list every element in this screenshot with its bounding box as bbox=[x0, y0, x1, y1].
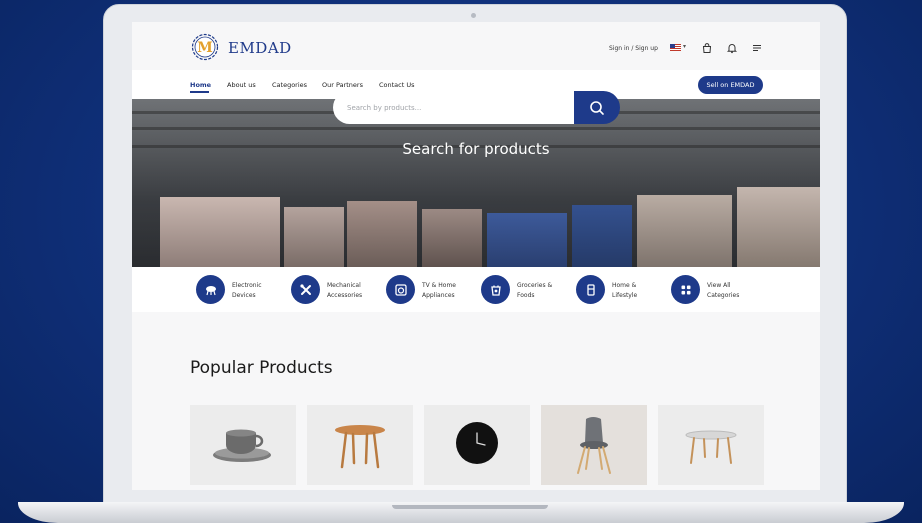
emdad-logo-icon[interactable]: M bbox=[190, 32, 220, 62]
website-screen: M EMDAD Sign in / Sign up ▾ Home About u… bbox=[132, 22, 820, 490]
warehouse-pallet bbox=[637, 195, 732, 267]
warehouse-pallet bbox=[160, 197, 280, 267]
nav-contact-us[interactable]: Contact Us bbox=[379, 81, 415, 89]
nav-active-indicator bbox=[190, 91, 209, 93]
appliance-icon bbox=[386, 275, 415, 304]
menu-icon[interactable] bbox=[751, 42, 763, 54]
furniture-icon bbox=[576, 275, 605, 304]
warehouse-pallet bbox=[422, 209, 482, 267]
tools-icon bbox=[291, 275, 320, 304]
nav-categories[interactable]: Categories bbox=[272, 81, 307, 89]
popular-products-title: Popular Products bbox=[190, 358, 333, 378]
brand-name[interactable]: EMDAD bbox=[228, 39, 292, 57]
warehouse-pallet bbox=[347, 201, 417, 267]
category-label: Home & Lifestyle bbox=[612, 282, 638, 299]
search-button[interactable] bbox=[574, 91, 620, 124]
category-label: Mechanical Accessories bbox=[327, 282, 363, 299]
shopping-bag-icon[interactable] bbox=[701, 42, 713, 54]
warehouse-pallet bbox=[487, 213, 567, 267]
nav-our-partners[interactable]: Our Partners bbox=[322, 81, 363, 89]
category-label: Electronic Devices bbox=[232, 282, 262, 299]
product-card-grey-chair[interactable] bbox=[541, 405, 647, 485]
coffee-cup-image bbox=[213, 429, 271, 462]
search-icon bbox=[590, 100, 604, 115]
wall-clock-image bbox=[456, 422, 498, 464]
warehouse-pallet bbox=[284, 207, 344, 267]
product-card-wall-clock[interactable] bbox=[424, 405, 530, 485]
nav-home[interactable]: Home bbox=[190, 81, 211, 89]
nav-about-us[interactable]: About us bbox=[227, 81, 256, 89]
sell-on-emdad-button[interactable]: Sell on EMDAD bbox=[698, 76, 763, 94]
product-card-coffee-cup[interactable] bbox=[190, 405, 296, 485]
laptop-camera bbox=[471, 13, 476, 18]
warehouse-pallet bbox=[737, 187, 820, 267]
hero-banner: Search for products bbox=[132, 99, 820, 267]
sign-in-link[interactable]: Sign in / Sign up bbox=[609, 45, 658, 52]
laptop-notch bbox=[392, 505, 548, 509]
top-header: M EMDAD Sign in / Sign up ▾ bbox=[132, 22, 820, 70]
warehouse-pallet bbox=[572, 205, 632, 267]
grey-chair-image bbox=[577, 417, 611, 474]
search-box bbox=[333, 91, 575, 124]
category-label: TV & Home Appliances bbox=[422, 282, 456, 299]
drone-icon bbox=[196, 275, 225, 304]
product-card-coffee-table[interactable] bbox=[658, 405, 764, 485]
chevron-down-icon[interactable]: ▾ bbox=[683, 43, 686, 50]
bell-icon[interactable] bbox=[726, 42, 738, 54]
coffee-table-image bbox=[685, 430, 737, 464]
grid-icon bbox=[671, 275, 700, 304]
wooden-table-image bbox=[335, 425, 385, 469]
warehouse-beam bbox=[132, 127, 820, 130]
us-flag-icon[interactable] bbox=[670, 44, 681, 51]
category-label: View All Categories bbox=[707, 282, 740, 299]
svg-text:M: M bbox=[197, 40, 213, 56]
grocery-icon bbox=[481, 275, 510, 304]
search-input[interactable] bbox=[347, 91, 567, 124]
category-label: Groceries & Foods bbox=[517, 282, 553, 299]
hero-title: Search for products bbox=[402, 140, 550, 158]
category-bar: Electronic Devices Mechanical Accessorie… bbox=[132, 267, 820, 312]
product-card-wooden-table[interactable] bbox=[307, 405, 413, 485]
